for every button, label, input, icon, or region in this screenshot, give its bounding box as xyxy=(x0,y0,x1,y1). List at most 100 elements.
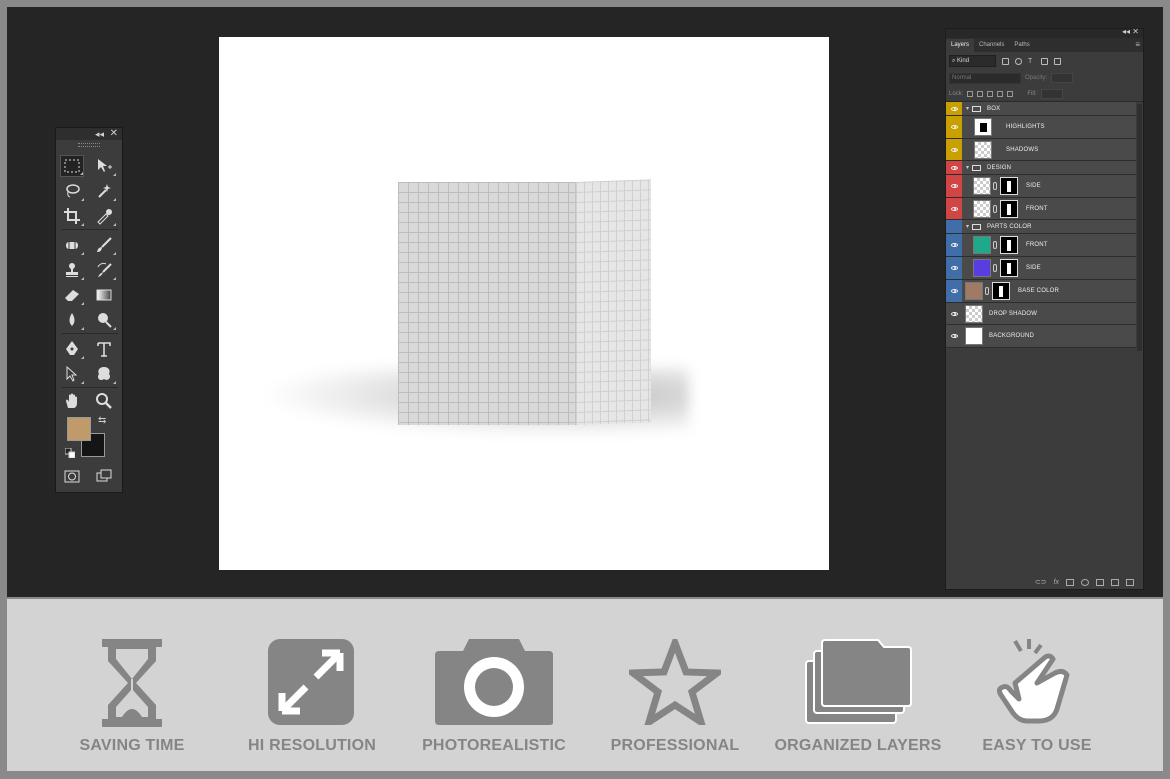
layer-row[interactable]: ▾ PARTS COLOR xyxy=(946,220,1136,234)
new-layer-icon[interactable] xyxy=(1111,578,1119,586)
new-group-icon[interactable] xyxy=(1096,578,1104,586)
layer-row[interactable]: SHADOWS xyxy=(946,139,1136,161)
layer-row[interactable]: HIGHLIGHTS xyxy=(946,116,1136,139)
quick-mask-icon[interactable] xyxy=(60,465,84,487)
lock-transparent-icon[interactable] xyxy=(967,90,974,97)
layer-row[interactable]: FRONT xyxy=(946,234,1136,257)
fill-input[interactable] xyxy=(1040,88,1063,99)
type-icon[interactable] xyxy=(92,338,116,360)
layer-row[interactable]: SIDE xyxy=(946,175,1136,198)
swap-colors-icon[interactable]: ⇆ xyxy=(98,415,106,426)
layers-scrollbar[interactable] xyxy=(1137,104,1142,351)
twirl-icon[interactable]: ▾ xyxy=(966,105,969,112)
layer-thumbnail xyxy=(974,140,992,159)
tab-channels[interactable]: Channels xyxy=(974,39,1009,52)
foreground-color-swatch[interactable] xyxy=(67,417,91,441)
dodge-icon[interactable] xyxy=(92,309,116,331)
visibility-eye-icon[interactable] xyxy=(946,175,962,197)
type-filter-icon[interactable]: T xyxy=(1028,58,1035,65)
layer-row[interactable]: SIDE xyxy=(946,257,1136,280)
visibility-eye-icon[interactable] xyxy=(946,116,962,138)
link-layers-icon[interactable]: ⊂⊃ xyxy=(1035,578,1047,586)
move-icon[interactable] xyxy=(92,155,116,177)
document-canvas[interactable] xyxy=(219,37,829,570)
visibility-eye-icon[interactable] xyxy=(946,102,962,115)
hand-icon[interactable] xyxy=(60,390,84,412)
collapse-icon[interactable]: ◂◂ ✕ xyxy=(1122,27,1139,36)
layer-row[interactable]: BACKGROUND xyxy=(946,325,1136,348)
adjustment-layer-icon[interactable] xyxy=(1081,578,1089,586)
crop-icon[interactable] xyxy=(60,205,84,227)
feature-saving-time: SAVING TIME xyxy=(37,599,227,771)
fx-icon[interactable]: fx xyxy=(1054,579,1059,586)
visibility-eye-icon[interactable] xyxy=(946,198,962,219)
spot-heal-icon[interactable] xyxy=(60,234,84,256)
layer-name: BACKGROUND xyxy=(989,333,1035,339)
filter-kind-select[interactable]: ⌕ Kind xyxy=(949,55,996,67)
shape-filter-icon[interactable] xyxy=(1041,57,1048,65)
link-icon[interactable] xyxy=(993,264,997,272)
layers-panel-header: ◂◂ ✕ xyxy=(946,27,1143,38)
adjustment-filter-icon[interactable] xyxy=(1015,57,1022,65)
visibility-eye-icon[interactable] xyxy=(946,257,962,279)
visibility-eye-icon[interactable] xyxy=(946,280,962,302)
shape-icon[interactable] xyxy=(92,363,116,385)
blur-icon[interactable] xyxy=(60,309,84,331)
twirl-icon[interactable]: ▾ xyxy=(966,164,969,171)
link-icon[interactable] xyxy=(985,287,989,295)
layer-name: BOX xyxy=(987,105,1001,112)
panel-grip[interactable] xyxy=(56,140,122,148)
brush-icon[interactable] xyxy=(92,234,116,256)
opacity-input[interactable] xyxy=(1051,73,1074,83)
hourglass-icon xyxy=(102,639,162,727)
blend-mode-select[interactable]: Normal xyxy=(949,72,1021,84)
screen-mode-icon[interactable] xyxy=(92,465,116,487)
lasso-icon[interactable] xyxy=(60,180,84,202)
close-icon[interactable]: ✕ xyxy=(110,128,118,140)
layer-filter-row: ⌕ Kind T xyxy=(946,52,1143,70)
tab-paths[interactable]: Paths xyxy=(1009,39,1034,52)
link-icon[interactable] xyxy=(993,204,997,213)
feature-label: EASY TO USE xyxy=(982,737,1092,754)
lock-pixels-icon[interactable] xyxy=(977,90,984,97)
zoom-icon[interactable] xyxy=(92,390,116,412)
lock-artboard-icon[interactable] xyxy=(997,90,1004,97)
add-mask-icon[interactable] xyxy=(1066,578,1074,586)
tab-layers[interactable]: Layers xyxy=(946,39,975,52)
panel-menu-icon[interactable]: ≡ xyxy=(1135,40,1140,49)
layer-row[interactable]: BASE COLOR xyxy=(946,280,1136,303)
path-select-icon[interactable] xyxy=(60,363,84,385)
collapse-icon[interactable]: ◂◂ xyxy=(95,128,104,140)
marquee-icon[interactable] xyxy=(60,155,84,177)
layer-row[interactable]: ▾ DESIGN xyxy=(946,161,1136,175)
filter-kind-value: Kind xyxy=(957,58,970,64)
trash-icon[interactable] xyxy=(1126,578,1134,586)
visibility-eye-icon[interactable] xyxy=(946,220,962,233)
smart-filter-icon[interactable] xyxy=(1054,57,1061,65)
default-colors-icon[interactable] xyxy=(65,448,75,458)
blend-row: Normal Opacity: xyxy=(946,70,1143,86)
visibility-eye-icon[interactable] xyxy=(946,234,962,256)
visibility-eye-icon[interactable] xyxy=(946,161,962,174)
eraser-icon[interactable] xyxy=(60,284,84,306)
twirl-icon[interactable]: ▾ xyxy=(966,223,969,230)
stamp-icon[interactable] xyxy=(60,259,84,281)
magic-wand-icon[interactable] xyxy=(92,180,116,202)
link-icon[interactable] xyxy=(993,241,997,249)
expand-icon xyxy=(268,639,354,725)
layer-row[interactable]: ▾ BOX xyxy=(946,102,1136,116)
lock-all-icon[interactable] xyxy=(1007,90,1014,97)
eyedropper-icon[interactable] xyxy=(92,205,116,227)
layer-row[interactable]: FRONT xyxy=(946,198,1136,220)
pixel-filter-icon[interactable] xyxy=(1002,57,1009,65)
pen-icon[interactable] xyxy=(60,338,84,360)
visibility-eye-icon[interactable] xyxy=(946,139,962,160)
history-brush-icon[interactable] xyxy=(92,259,116,281)
visibility-eye-icon[interactable] xyxy=(946,325,962,347)
layer-row[interactable]: DROP SHADOW xyxy=(946,303,1136,325)
layer-name: FRONT xyxy=(1026,242,1048,248)
gradient-icon[interactable] xyxy=(92,284,116,306)
link-icon[interactable] xyxy=(993,182,997,190)
visibility-eye-icon[interactable] xyxy=(946,303,962,324)
lock-position-icon[interactable] xyxy=(987,90,994,97)
